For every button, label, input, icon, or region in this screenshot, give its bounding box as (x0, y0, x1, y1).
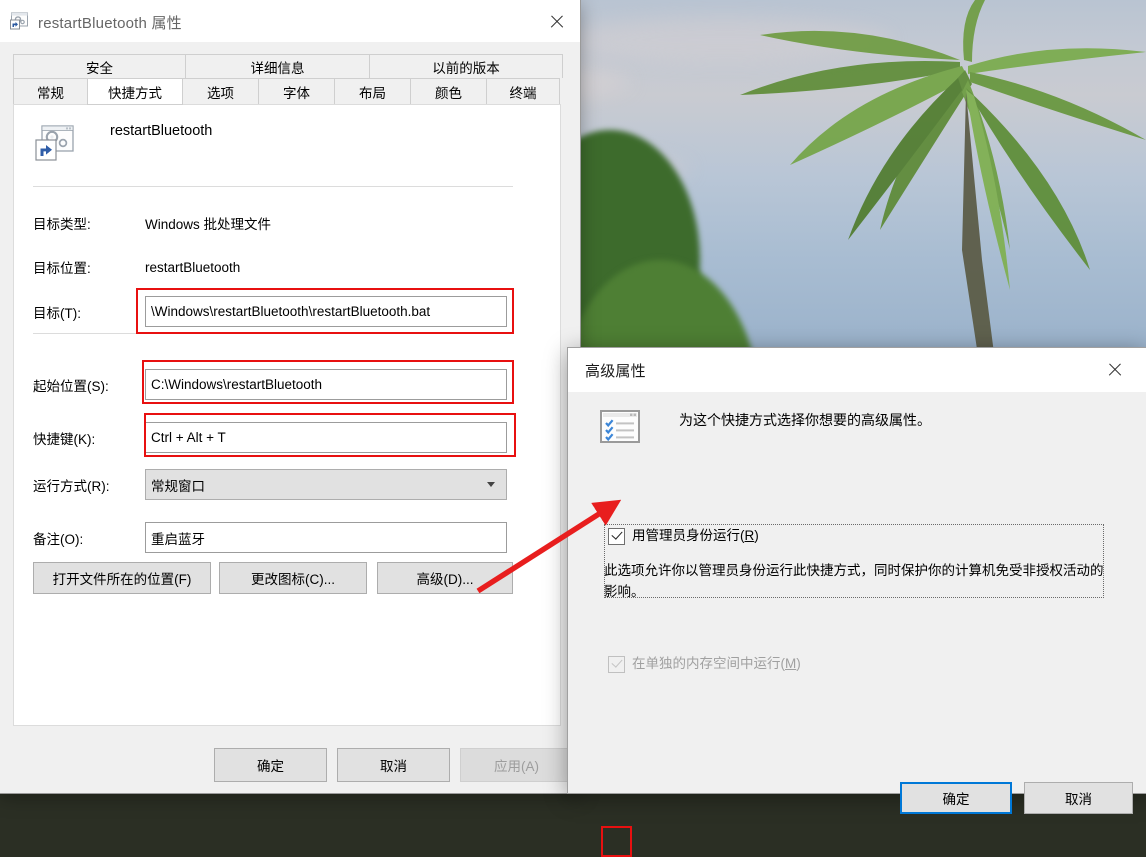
shortcut-tab-page: restartBluetooth 目标类型: Windows 批处理文件 目标位… (13, 104, 561, 726)
tab-security[interactable]: 安全 (13, 54, 186, 78)
advanced-properties-window: 高级属性 为这个快捷方式选择你想要的高级属性。 用管理员身份运行(R) 此选项允… (568, 348, 1146, 857)
cancel-button[interactable]: 取消 (337, 748, 450, 782)
row-target-type: 目标类型: Windows 批处理文件 (33, 213, 271, 233)
tab-colors[interactable]: 颜色 (410, 78, 487, 105)
properties-titlebar: restartBluetooth 属性 (0, 0, 580, 42)
batch-file-shortcut-large-icon (34, 123, 76, 168)
advanced-titlebar: 高级属性 (568, 348, 1146, 392)
separate-memory-checkbox (608, 656, 625, 673)
properties-tabstrip: 安全 详细信息 以前的版本 常规 快捷方式 选项 字体 布局 颜色 终端 (13, 54, 563, 105)
comment-input[interactable]: 重启蓝牙 (145, 522, 507, 553)
shortcut-key-input[interactable]: Ctrl + Alt + T (145, 422, 507, 453)
row-comment: 备注(O): 重启蓝牙 (33, 522, 507, 553)
close-icon[interactable] (1092, 348, 1138, 391)
advanced-window-title: 高级属性 (585, 363, 646, 380)
shortcut-properties-window: restartBluetooth 属性 安全 详细信息 以前的版本 常规 快捷方… (0, 0, 580, 793)
advanced-cancel-button[interactable]: 取消 (1024, 782, 1133, 814)
tab-shortcut[interactable]: 快捷方式 (87, 78, 183, 105)
divider (33, 333, 513, 334)
run-as-admin-label: 用管理员身份运行(R) (632, 528, 759, 543)
shortcut-header: restartBluetooth (34, 123, 213, 161)
advanced-body: 为这个快捷方式选择你想要的高级属性。 用管理员身份运行(R) 此选项允许你以管理… (568, 392, 1146, 814)
checkmark-icon (611, 528, 623, 540)
label-shortcut-key: 快捷键(K): (33, 431, 96, 447)
label-target-location: 目标位置: (33, 261, 91, 276)
advanced-header-text: 为这个快捷方式选择你想要的高级属性。 (679, 412, 931, 428)
chevron-down-icon (487, 482, 495, 487)
run-as-admin-description: 此选项允许你以管理员身份运行此快捷方式，同时保护你的计算机免受非授权活动的影响。 (604, 563, 1104, 599)
tab-row-main: 常规 快捷方式 选项 字体 布局 颜色 终端 (13, 78, 563, 105)
tab-row-overflow: 安全 详细信息 以前的版本 (13, 54, 563, 78)
shortcut-name: restartBluetooth (110, 123, 213, 139)
tab-details[interactable]: 详细信息 (185, 54, 370, 78)
ok-button[interactable]: 确定 (214, 748, 327, 782)
label-target: 目标(T): (33, 305, 81, 321)
properties-window-title: restartBluetooth 属性 (38, 15, 182, 32)
row-target-location: 目标位置: restartBluetooth (33, 257, 240, 277)
checkmark-icon (611, 656, 623, 668)
properties-footer-buttons: 确定 取消 应用(A) (214, 748, 573, 782)
separate-memory-label: 在单独的内存空间中运行(M) (632, 656, 801, 671)
label-start-in: 起始位置(S): (33, 378, 109, 394)
shortcut-action-buttons: 打开文件所在的位置(F) 更改图标(C)... 高级(D)... (33, 562, 513, 594)
label-target-type: 目标类型: (33, 217, 91, 232)
separate-memory-checkbox-row: 在单独的内存空间中运行(M) (608, 656, 801, 673)
run-mode-select[interactable]: 常规窗口 (145, 469, 507, 500)
value-target-type: Windows 批处理文件 (145, 217, 272, 232)
run-as-admin-checkbox[interactable] (608, 528, 625, 545)
target-input[interactable]: \Windows\restartBluetooth\restartBluetoo… (145, 296, 507, 327)
apply-button: 应用(A) (460, 748, 573, 782)
row-shortcut-key: 快捷键(K): Ctrl + Alt + T (33, 422, 507, 453)
tab-options[interactable]: 选项 (182, 78, 259, 105)
tab-font[interactable]: 字体 (258, 78, 335, 105)
run-mode-value: 常规窗口 (151, 478, 205, 494)
highlight-run-as-admin-checkbox (601, 826, 632, 857)
close-icon[interactable] (534, 0, 580, 43)
advanced-ok-button[interactable]: 确定 (900, 782, 1012, 814)
label-run-mode: 运行方式(R): (33, 478, 110, 494)
value-target-location: restartBluetooth (145, 259, 241, 275)
advanced-button[interactable]: 高级(D)... (377, 562, 513, 594)
tab-general[interactable]: 常规 (13, 78, 88, 105)
label-comment: 备注(O): (33, 531, 84, 547)
row-start-in: 起始位置(S): C:\Windows\restartBluetooth (33, 369, 507, 400)
batch-file-shortcut-icon (10, 12, 30, 31)
advanced-footer-buttons: 确定 取消 (900, 782, 1133, 814)
tab-previous-versions[interactable]: 以前的版本 (369, 54, 563, 78)
row-target: 目标(T): \Windows\restartBluetooth\restart… (33, 296, 507, 327)
open-file-location-button[interactable]: 打开文件所在的位置(F) (33, 562, 211, 594)
run-as-admin-checkbox-row[interactable]: 用管理员身份运行(R) (608, 528, 759, 545)
advanced-header: 为这个快捷方式选择你想要的高级属性。 (600, 410, 931, 443)
change-icon-button[interactable]: 更改图标(C)... (219, 562, 367, 594)
tab-terminal[interactable]: 终端 (486, 78, 560, 105)
checklist-properties-icon (600, 410, 640, 446)
row-run-mode: 运行方式(R): 常规窗口 (33, 469, 507, 500)
tab-layout[interactable]: 布局 (334, 78, 411, 105)
divider (33, 186, 513, 187)
start-in-input[interactable]: C:\Windows\restartBluetooth (145, 369, 507, 400)
